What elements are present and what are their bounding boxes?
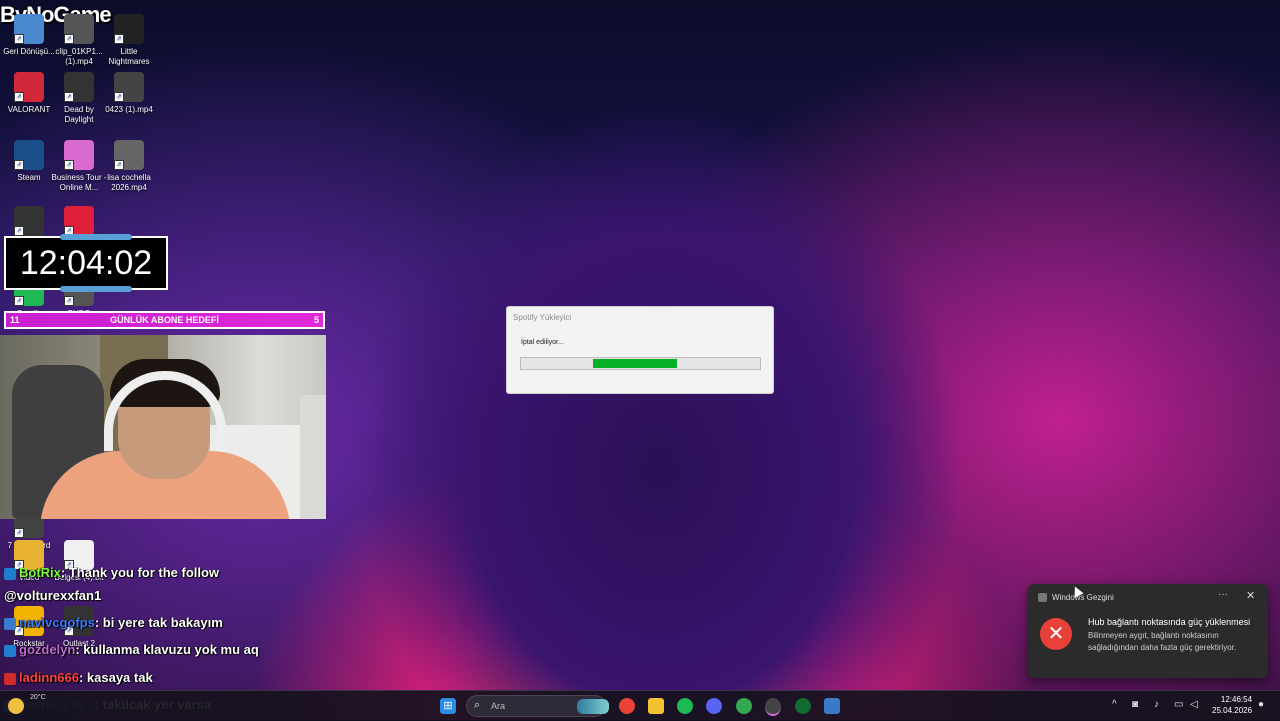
blitz-icon: ↗ (64, 206, 94, 236)
obs-icon[interactable] (765, 698, 781, 716)
chat-message: ladinn666: kasaya tak (4, 670, 153, 685)
network-icon[interactable]: ▭ (1174, 699, 1183, 710)
file-explorer-icon[interactable] (648, 698, 664, 714)
chat-message: gozdelyn: kullanma klavuzu yok mu aq (4, 642, 259, 657)
clock-bar-bottom (60, 286, 132, 292)
discord-tray-icon[interactable]: ◙ (1132, 699, 1138, 710)
webcam-window (300, 395, 326, 519)
chat-username: gozdelyn (19, 642, 76, 657)
close-icon[interactable]: ✕ (1246, 589, 1255, 602)
taskbar: 20°C ⊞ ⌕ Ara ^ ◙ ♪ ▭ ◁ 12:46:54 25.04.20… (0, 690, 1280, 721)
stream-clock: 12:04:02 (19, 244, 153, 282)
chat-username: BotRix (19, 565, 61, 580)
search-icon: ⌕ (474, 699, 481, 711)
dialog-status: İptal ediliyor... (521, 339, 564, 346)
sub-goal-bar: 11 GÜNLÜK ABONE HEDEFİ 5 (4, 311, 325, 329)
chat-text: : Thank you for the follow (60, 565, 220, 580)
chat-username: ladinn666 (19, 670, 79, 685)
volume-mute-icon[interactable]: ◁ (1190, 699, 1198, 710)
video-file-icon: ↗ (64, 14, 94, 44)
microphone-icon[interactable]: ♪ (1154, 699, 1159, 710)
desktop-icon-label: lisa cochella 2026.mp4 (107, 173, 151, 192)
video-file-icon: ↗ (114, 140, 144, 170)
webcam-feed (0, 335, 326, 519)
notification-body: Bilinmeyen aygıt, bağlantı noktasının sa… (1088, 631, 1237, 652)
shortcut-arrow-icon: ↗ (64, 92, 74, 102)
shortcut-arrow-icon: ↗ (64, 160, 74, 170)
dialog-title: Spotify Yükleyici (513, 313, 572, 322)
windows-notification[interactable]: Windows Gezgini ··· ✕ ✕ Hub bağlantı nok… (1028, 584, 1268, 678)
shortcut-arrow-icon: ↗ (14, 226, 24, 236)
start-button[interactable]: ⊞ (440, 698, 456, 714)
desktop-icon-label: Little Nightmares (108, 47, 150, 66)
shortcut-arrow-icon: ↗ (14, 528, 24, 538)
chat-message: navivcgofps: bi yere tak bakayım (4, 615, 223, 630)
desktop-icon[interactable]: ↗ lisa cochella 2026.mp4 (100, 140, 158, 193)
game-icon: ↗ (64, 140, 94, 170)
recycle-bin-icon: ↗ (14, 14, 44, 44)
chat-message: BotRix: Thank you for the follow (4, 565, 219, 580)
progress-fill (593, 359, 677, 368)
more-options-button[interactable]: ··· (1218, 589, 1228, 600)
progress-track (520, 357, 761, 370)
search-box[interactable]: ⌕ Ara (466, 695, 609, 717)
notification-bell-icon[interactable]: ● (1258, 699, 1264, 710)
date: 25.04.2026 (1212, 706, 1253, 715)
chat-badge-icon (4, 672, 16, 685)
desktop-icon[interactable]: ↗ Little Nightmares (100, 14, 158, 67)
game-icon: ↗ (64, 72, 94, 102)
goal-label: GÜNLÜK ABONE HEDEFİ (110, 315, 219, 325)
chrome-profile-icon[interactable] (736, 698, 752, 714)
explorer-icon (1038, 593, 1047, 602)
shortcut-arrow-icon: ↗ (14, 160, 24, 170)
shortcut-arrow-icon: ↗ (114, 92, 124, 102)
shortcut-arrow-icon: ↗ (14, 92, 24, 102)
chat-text: : bi yere tak bakayım (94, 615, 223, 630)
search-placeholder: Ara (491, 701, 506, 711)
notification-heading: Hub bağlantı noktasında güç yüklenmesi (1088, 617, 1251, 627)
desktop-icon[interactable]: ↗ 0423 (1).mp4 (100, 72, 158, 115)
shortcut-arrow-icon: ↗ (114, 160, 124, 170)
video-file-icon: ↗ (114, 72, 144, 102)
valorant-icon: ↗ (14, 72, 44, 102)
spotify-icon[interactable] (677, 698, 693, 714)
obs-icon: ↗ (14, 206, 44, 236)
chat-badge-icon (4, 644, 16, 657)
weather-temp[interactable]: 20°C (30, 694, 46, 701)
weather-icon[interactable] (8, 698, 24, 714)
chat-message: @volturexxfan1 (4, 588, 101, 603)
game-icon: ↗ (114, 14, 144, 44)
goal-right-count: 5 (313, 315, 319, 325)
chevron-up-icon[interactable]: ^ (1112, 699, 1117, 710)
spotify-installer-dialog[interactable]: Spotify Yükleyici İptal ediliyor... (506, 306, 774, 394)
steam-icon: ↗ (14, 140, 44, 170)
chat-badge-icon (4, 617, 16, 630)
discord-icon[interactable] (706, 698, 722, 714)
shortcut-arrow-icon: ↗ (114, 34, 124, 44)
shortcut-arrow-icon: ↗ (14, 296, 24, 306)
clock[interactable]: 12:46:54 25.04.2026 (1212, 694, 1252, 716)
search-highlight-image (577, 699, 609, 714)
app-icon[interactable] (795, 698, 811, 714)
clock-bar-top (60, 234, 132, 240)
chat-text: : kullanma klavuzu yok mu aq (75, 642, 259, 657)
shortcut-arrow-icon: ↗ (14, 34, 24, 44)
shortcut-arrow-icon: ↗ (64, 296, 74, 306)
chrome-icon[interactable] (619, 698, 635, 714)
chat-username: navivcgofps (19, 615, 95, 630)
error-icon: ✕ (1040, 618, 1072, 650)
chat-text: : kasaya tak (78, 670, 153, 685)
chat-text: @volturexxfan1 (4, 588, 102, 603)
app-settings-icon[interactable] (824, 698, 840, 714)
notification-app: Windows Gezgini (1052, 593, 1114, 602)
chat-badge-icon (4, 567, 16, 580)
stream-clock-widget: 12:04:02 (4, 234, 168, 292)
time: 12:46:54 (1220, 695, 1253, 704)
shortcut-arrow-icon: ↗ (64, 34, 74, 44)
desktop-icon-label: 0423 (1).mp4 (105, 105, 153, 114)
